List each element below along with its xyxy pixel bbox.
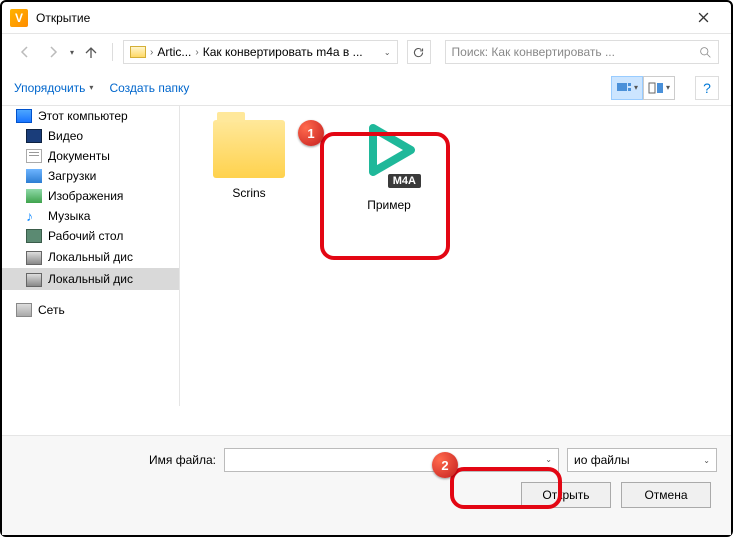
sidebar-item-label: Сеть [38,303,65,317]
arrow-right-icon [45,44,61,60]
organize-button[interactable]: Упорядочить ▾ [14,81,93,95]
file-item-m4a[interactable]: M4A Пример [334,120,444,212]
image-icon [26,189,42,203]
sidebar-item-documents[interactable]: Документы [2,146,179,166]
filename-label: Имя файла: [16,453,216,467]
toolbar: Упорядочить ▾ Создать папку ▾ ▾ ? [2,70,731,106]
chevron-down-icon: ▾ [89,83,93,92]
refresh-icon [412,46,425,59]
file-list[interactable]: Scrins M4A Пример [180,106,731,406]
sidebar-item-localdisk[interactable]: Локальный дис [2,246,179,268]
download-icon [26,169,42,183]
view-icons-button[interactable]: ▾ [611,76,643,100]
footer: Имя файла: ⌄ ио файлы ⌄ Открыть Отмена [2,435,731,535]
computer-icon [16,109,32,123]
view-group: ▾ ▾ [611,76,675,100]
sidebar-item-label: Этот компьютер [38,109,128,123]
sidebar: Этот компьютер Видео Документы Загрузки … [2,106,180,406]
cancel-button[interactable]: Отмена [621,482,711,508]
network-icon [16,303,32,317]
sidebar-item-label: Видео [48,129,83,143]
refresh-button[interactable] [407,40,431,64]
body: Этот компьютер Видео Документы Загрузки … [2,106,731,406]
drive-icon [130,46,146,58]
file-label: Пример [334,198,444,212]
desktop-icon [26,229,42,243]
chevron-down-icon[interactable]: ⌄ [545,455,552,464]
forward-button[interactable] [42,41,64,63]
breadcrumb-seg[interactable]: Artic... [157,45,191,59]
annotation-badge: 1 [298,120,324,146]
help-icon: ? [703,80,711,96]
sidebar-item-desktop[interactable]: Рабочий стол [2,226,179,246]
sidebar-item-network[interactable]: Сеть [2,300,179,320]
help-button[interactable]: ? [695,76,719,100]
sidebar-item-videos[interactable]: Видео [2,126,179,146]
back-button[interactable] [14,41,36,63]
file-label: Scrins [194,186,304,200]
sidebar-item-label: Локальный дис [48,250,133,264]
sidebar-item-label: Локальный дис [48,272,133,286]
breadcrumb-seg[interactable]: Как конвертировать m4a в ... [203,45,363,59]
search-icon [699,46,712,59]
sidebar-item-label: Изображения [48,189,123,203]
document-icon [26,149,42,163]
sidebar-item-label: Документы [48,149,110,163]
chevron-icon: › [150,47,153,58]
chevron-icon: › [195,47,198,58]
sidebar-item-label: Музыка [48,209,90,223]
m4a-file-icon: M4A [351,120,427,192]
video-icon [26,129,42,143]
sidebar-item-pictures[interactable]: Изображения [2,186,179,206]
arrow-up-icon [83,44,99,60]
new-folder-button[interactable]: Создать папку [109,81,189,95]
preview-pane-icon [648,82,664,94]
folder-item[interactable]: Scrins [194,120,304,200]
disk-icon [26,273,42,287]
folder-icon [213,120,285,178]
chevron-down-icon: ⌄ [703,456,710,465]
sidebar-item-computer[interactable]: Этот компьютер [2,106,179,126]
search-placeholder: Поиск: Как конвертировать ... [452,45,700,59]
disk-icon [26,251,42,265]
annotation-badge: 2 [432,452,458,478]
filetype-combo[interactable]: ио файлы ⌄ [567,448,717,472]
sidebar-item-label: Загрузки [48,169,96,183]
sidebar-item-label: Рабочий стол [48,229,123,243]
open-button[interactable]: Открыть [521,482,611,508]
file-ext-badge: M4A [388,174,421,188]
search-input[interactable]: Поиск: Как конвертировать ... [445,40,720,64]
view-preview-button[interactable]: ▾ [643,76,675,100]
music-icon: ♪ [26,209,42,223]
close-icon [698,12,709,23]
breadcrumb[interactable]: › Artic... › Как конвертировать m4a в ..… [123,40,398,64]
sidebar-item-music[interactable]: ♪ Музыка [2,206,179,226]
close-button[interactable] [683,2,723,33]
window-title: Открытие [36,11,683,25]
filename-input[interactable]: ⌄ [224,448,559,472]
recent-dropdown[interactable]: ▾ [70,48,74,57]
thumbnails-icon [616,82,632,94]
filetype-label: ио файлы [574,453,630,467]
navbar: ▾ › Artic... › Как конвертировать m4a в … [2,34,731,70]
sidebar-item-downloads[interactable]: Загрузки [2,166,179,186]
arrow-left-icon [17,44,33,60]
up-button[interactable] [80,41,102,63]
app-icon: V [10,9,28,27]
chevron-down-icon[interactable]: ⌄ [384,48,391,57]
titlebar: V Открытие [2,2,731,34]
sidebar-item-localdisk[interactable]: Локальный дис [2,268,179,290]
